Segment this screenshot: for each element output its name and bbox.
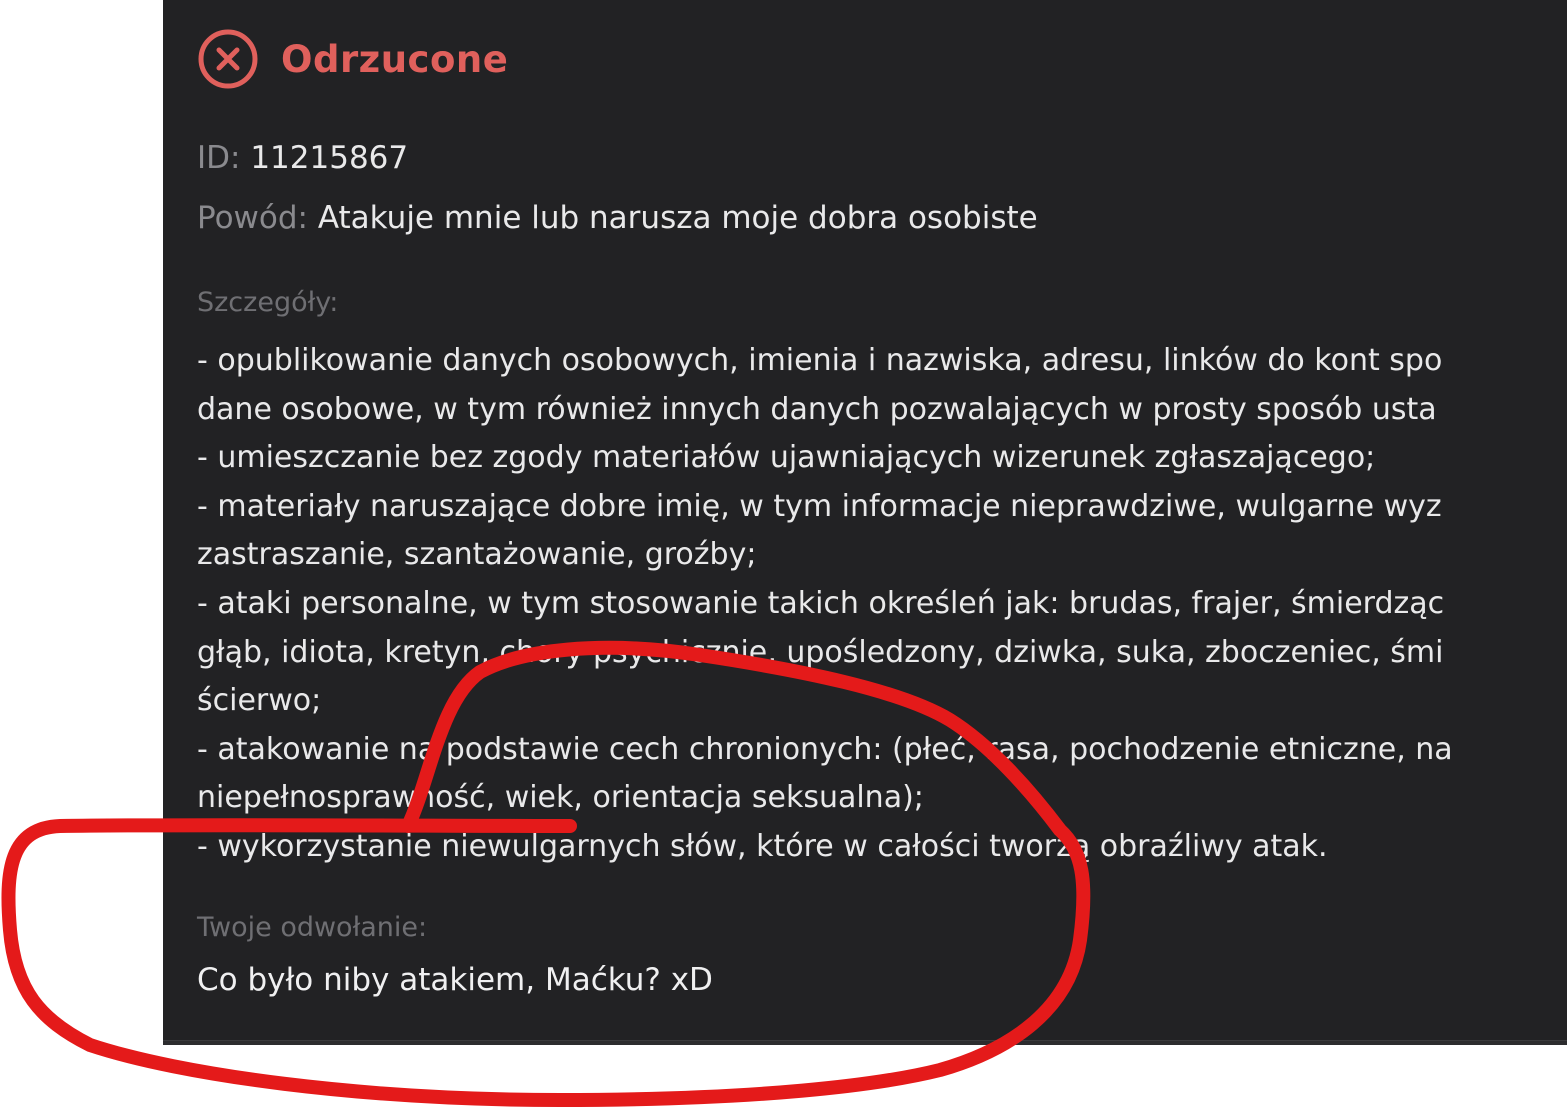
status-label: Odrzucone <box>281 37 509 81</box>
details-line: głąb, idiota, kretyn, chory psychicznie,… <box>197 634 1444 670</box>
report-panel: Odrzucone ID: 11215867 Powód: Atakuje mn… <box>163 0 1567 1045</box>
appeal-text: Co było niby atakiem, Maćku? xD <box>197 962 713 998</box>
screenshot-stage: Odrzucone ID: 11215867 Powód: Atakuje mn… <box>0 0 1567 1115</box>
details-line: - ataki personalne, w tym stosowanie tak… <box>197 585 1445 621</box>
report-reason-value: Atakuje mnie lub narusza moje dobra osob… <box>317 200 1038 236</box>
details-line: dane osobowe, w tym również innych danyc… <box>197 391 1437 427</box>
x-circle-icon <box>198 29 258 89</box>
details-line: ścierwo; <box>197 683 322 719</box>
details-line: - wykorzystanie niewulgarnych słów, któr… <box>197 828 1328 864</box>
details-line: - opublikowanie danych osobowych, imieni… <box>197 343 1443 378</box>
details-line: zastraszanie, szantażowanie, groźby; <box>197 537 757 573</box>
panel-divider <box>163 1040 1567 1045</box>
report-id-value: 11215867 <box>250 140 409 176</box>
appeal-label: Twoje odwołanie: <box>197 912 428 943</box>
report-id-label: ID: <box>197 140 241 176</box>
details-line: - materiały naruszające dobre imię, w ty… <box>197 488 1442 524</box>
report-reason-label: Powód: <box>197 200 308 236</box>
details-line: - umieszczanie bez zgody materiałów ujaw… <box>197 440 1376 476</box>
status-header: Odrzucone <box>197 28 508 90</box>
details-line: niepełnosprawność, wiek, orientacja seks… <box>197 780 924 816</box>
report-reason: Powód: Atakuje mnie lub narusza moje dob… <box>197 200 1038 236</box>
details-text: - opublikowanie danych osobowych, imieni… <box>197 337 1567 872</box>
details-line: - atakowanie na podstawie cech chroniony… <box>197 731 1453 767</box>
report-id: ID: 11215867 <box>197 140 408 176</box>
details-label: Szczegóły: <box>197 287 339 318</box>
